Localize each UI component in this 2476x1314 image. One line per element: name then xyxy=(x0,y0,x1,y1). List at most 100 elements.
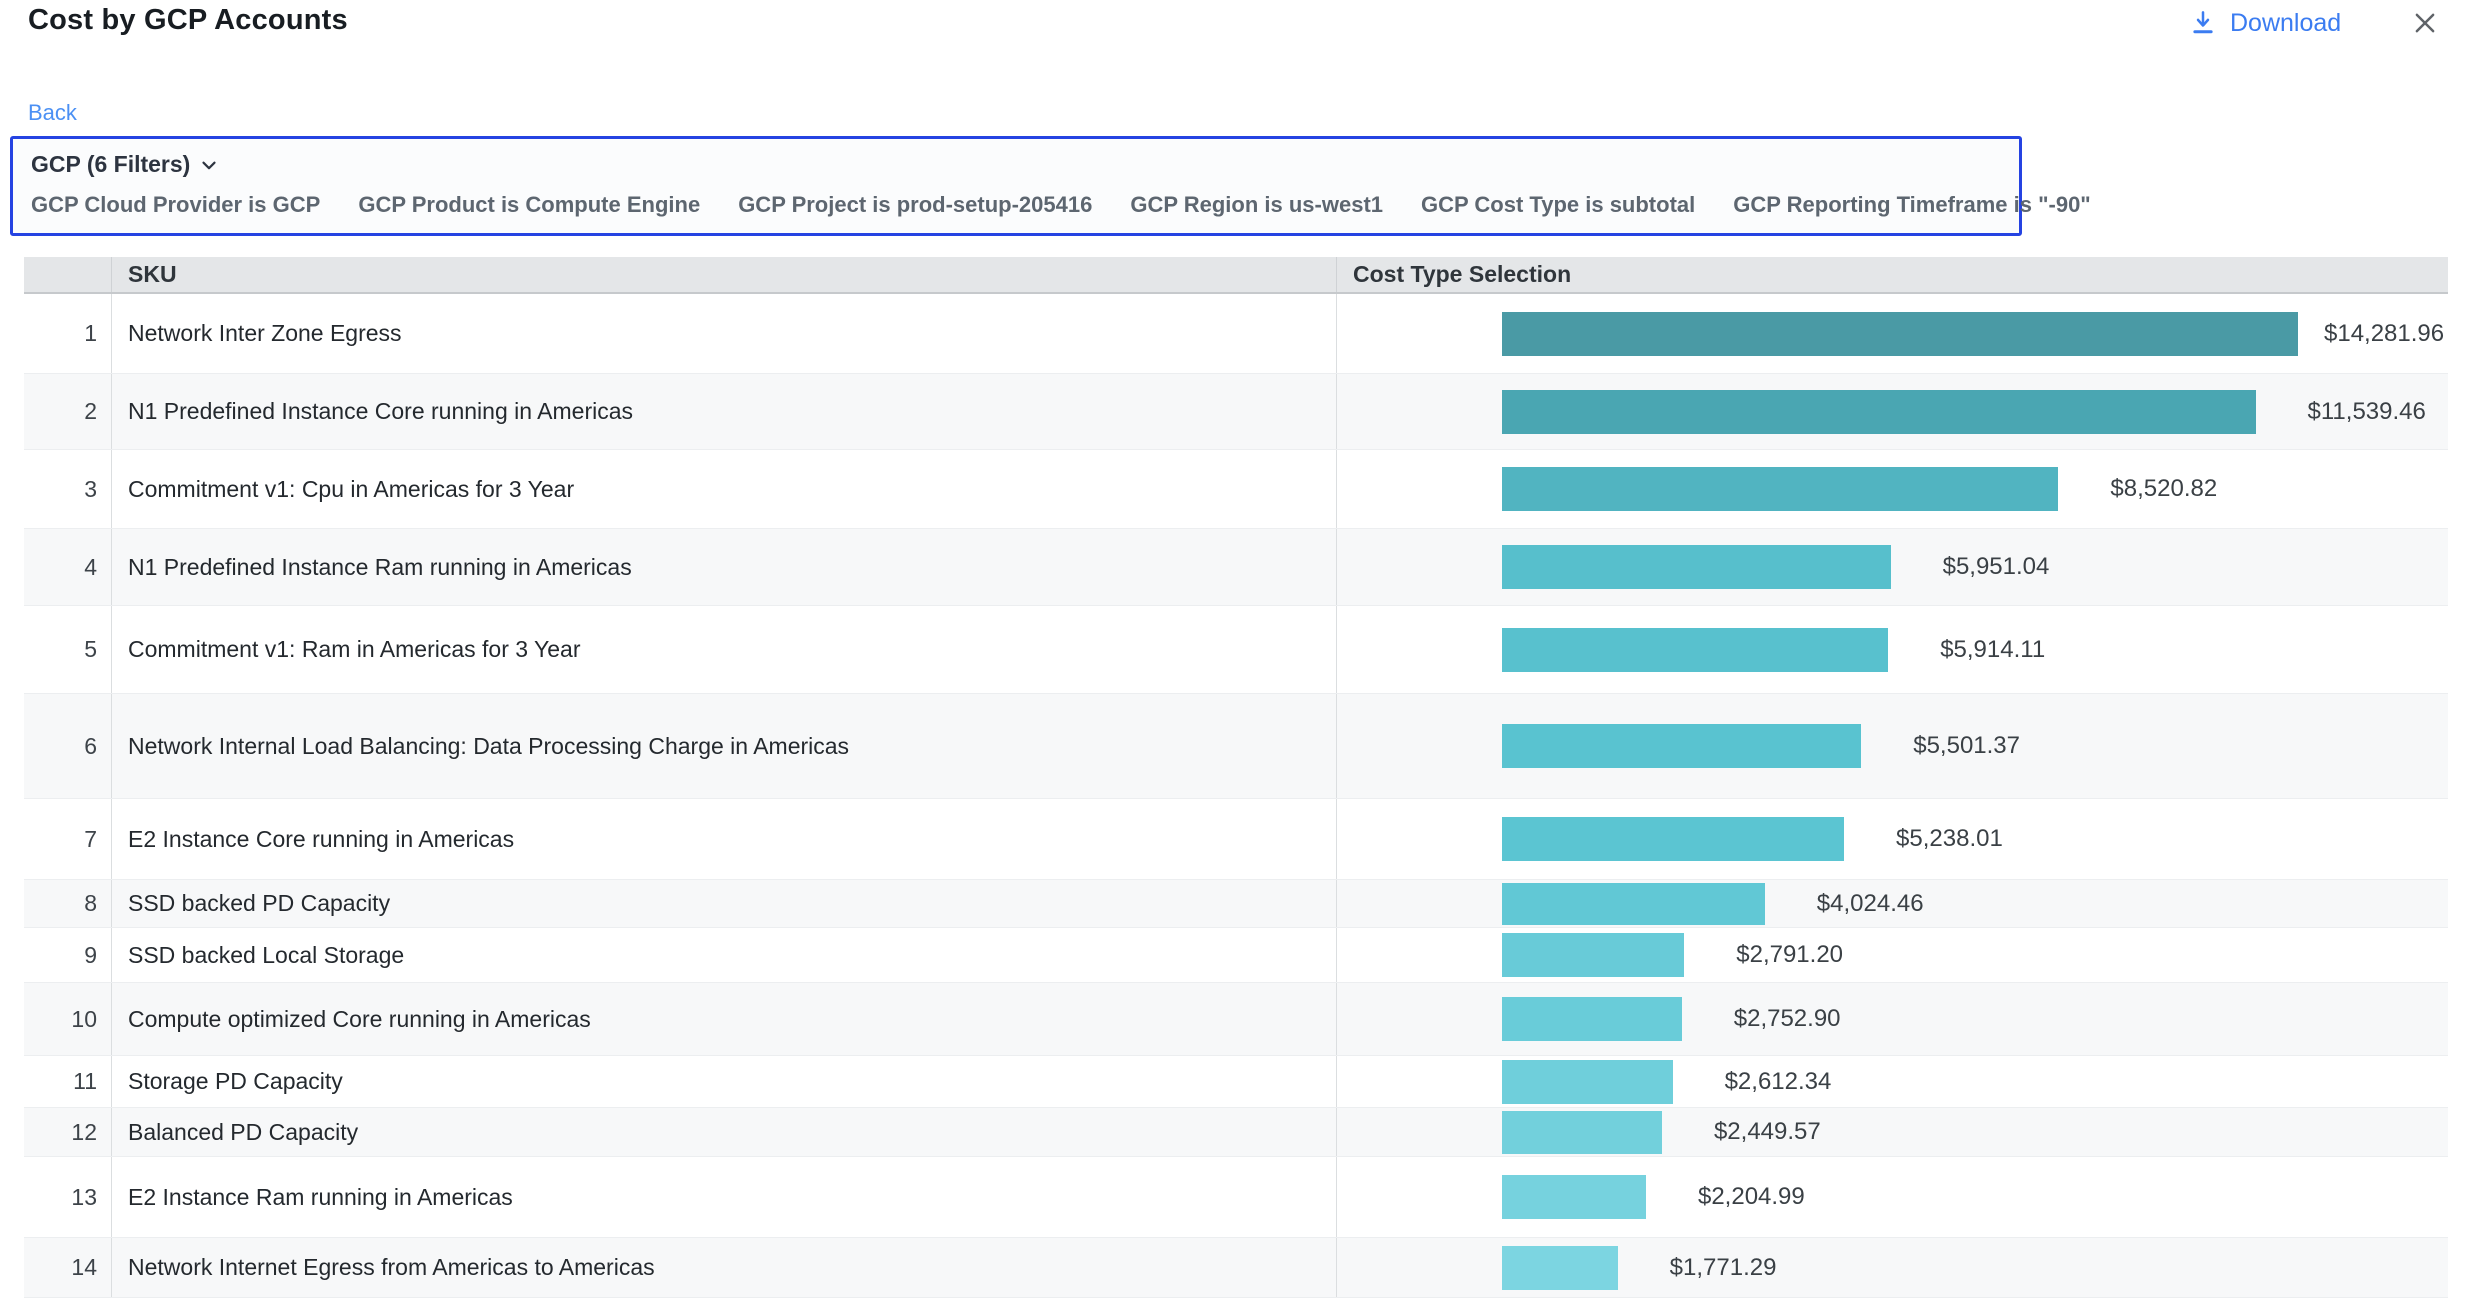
cost-bar[interactable] xyxy=(1502,545,1891,589)
sku-cell: SSD backed PD Capacity xyxy=(112,880,1337,927)
filter-condition: GCP Region is us-west1 xyxy=(1130,192,1383,218)
cost-bar[interactable] xyxy=(1502,817,1844,861)
sku-cell: Storage PD Capacity xyxy=(112,1056,1337,1107)
sku-cell: Network Internet Egress from Americas to… xyxy=(112,1238,1337,1297)
table-body: 1 Network Inter Zone Egress $14,281.96 2… xyxy=(24,294,2448,1298)
table-row: 12 Balanced PD Capacity $2,449.57 xyxy=(24,1108,2448,1157)
bar-value-label: $14,281.96 xyxy=(2324,320,2444,348)
bar-cell: $14,281.96 xyxy=(1337,294,2448,373)
sku-cell: N1 Predefined Instance Core running in A… xyxy=(112,374,1337,449)
bar-cell: $11,539.46 xyxy=(1337,374,2448,449)
table-row: 1 Network Inter Zone Egress $14,281.96 xyxy=(24,294,2448,374)
filter-group-label: GCP (6 Filters) xyxy=(31,151,190,178)
table-row: 3 Commitment v1: Cpu in Americas for 3 Y… xyxy=(24,450,2448,529)
cost-bar[interactable] xyxy=(1502,883,1765,925)
sku-cell: Compute optimized Core running in Americ… xyxy=(112,983,1337,1055)
bar-cell: $2,791.20 xyxy=(1337,928,2448,982)
bar-value-label: $2,791.20 xyxy=(1736,941,1843,969)
bar-value-label: $2,612.34 xyxy=(1725,1068,1832,1096)
bar-cell: $2,752.90 xyxy=(1337,983,2448,1055)
bar-cell: $5,914.11 xyxy=(1337,606,2448,693)
bar-cell: $5,238.01 xyxy=(1337,799,2448,879)
bar-cell: $5,501.37 xyxy=(1337,694,2448,798)
download-button[interactable]: Download xyxy=(2188,8,2341,38)
table-row: 10 Compute optimized Core running in Ame… xyxy=(24,983,2448,1056)
bar-value-label: $5,501.37 xyxy=(1913,732,2020,760)
bar-value-label: $1,771.29 xyxy=(1670,1254,1777,1282)
sku-cell: N1 Predefined Instance Ram running in Am… xyxy=(112,529,1337,605)
cost-bar[interactable] xyxy=(1502,1060,1673,1104)
download-icon xyxy=(2188,8,2218,38)
row-number-cell: 11 xyxy=(24,1056,112,1107)
filter-condition: GCP Project is prod-setup-205416 xyxy=(738,192,1092,218)
sku-cell: E2 Instance Core running in Americas xyxy=(112,799,1337,879)
page-title: Cost by GCP Accounts xyxy=(28,4,348,37)
cost-bar[interactable] xyxy=(1502,467,2058,511)
table-row: 13 E2 Instance Ram running in Americas $… xyxy=(24,1157,2448,1238)
cost-bar[interactable] xyxy=(1502,1246,1618,1290)
row-number-cell: 2 xyxy=(24,374,112,449)
row-number-cell: 9 xyxy=(24,928,112,982)
table-row: 7 E2 Instance Core running in Americas $… xyxy=(24,799,2448,880)
row-number-cell: 3 xyxy=(24,450,112,528)
bar-cell: $2,204.99 xyxy=(1337,1157,2448,1237)
bar-cell: $2,612.34 xyxy=(1337,1056,2448,1107)
row-number-cell: 6 xyxy=(24,694,112,798)
cost-bar[interactable] xyxy=(1502,1111,1662,1154)
sku-cell: Network Internal Load Balancing: Data Pr… xyxy=(112,694,1337,798)
table-row: 9 SSD backed Local Storage $2,791.20 xyxy=(24,928,2448,983)
row-number-cell: 12 xyxy=(24,1108,112,1156)
filter-condition: GCP Cost Type is subtotal xyxy=(1421,192,1695,218)
row-number-cell: 5 xyxy=(24,606,112,693)
bar-value-label: $5,238.01 xyxy=(1896,825,2003,853)
cost-table: SKU Cost Type Selection 1 Network Inter … xyxy=(24,257,2448,1298)
bar-cell: $1,771.29 xyxy=(1337,1238,2448,1297)
bar-value-label: $5,951.04 xyxy=(1943,553,2050,581)
row-number-cell: 1 xyxy=(24,294,112,373)
row-number-cell: 7 xyxy=(24,799,112,879)
bar-value-label: $5,914.11 xyxy=(1940,636,2045,664)
cost-bar[interactable] xyxy=(1502,312,2298,356)
column-header-sku: SKU xyxy=(112,257,1337,292)
bar-value-label: $8,520.82 xyxy=(2110,475,2217,503)
table-row: 14 Network Internet Egress from Americas… xyxy=(24,1238,2448,1298)
close-icon xyxy=(2410,8,2440,38)
back-link[interactable]: Back xyxy=(28,100,77,126)
sku-cell: Balanced PD Capacity xyxy=(112,1108,1337,1156)
cost-bar[interactable] xyxy=(1502,628,1888,672)
table-row: 4 N1 Predefined Instance Ram running in … xyxy=(24,529,2448,606)
chevron-down-icon xyxy=(198,154,220,176)
table-row: 2 N1 Predefined Instance Core running in… xyxy=(24,374,2448,450)
cost-bar[interactable] xyxy=(1502,1175,1646,1219)
close-button[interactable] xyxy=(2408,6,2442,40)
filter-bar: GCP (6 Filters) GCP Cloud Provider is GC… xyxy=(10,136,2022,236)
row-number-cell: 13 xyxy=(24,1157,112,1237)
cost-bar[interactable] xyxy=(1502,997,1682,1041)
column-header-index xyxy=(24,257,112,292)
bar-value-label: $2,204.99 xyxy=(1698,1183,1805,1211)
filter-group-toggle[interactable]: GCP (6 Filters) xyxy=(31,151,220,178)
filter-condition: GCP Reporting Timeframe is "-90" xyxy=(1733,192,2090,218)
row-number-cell: 4 xyxy=(24,529,112,605)
sku-cell: Commitment v1: Cpu in Americas for 3 Yea… xyxy=(112,450,1337,528)
bar-value-label: $11,539.46 xyxy=(2308,398,2426,426)
table-header: SKU Cost Type Selection xyxy=(24,257,2448,294)
filter-condition: GCP Product is Compute Engine xyxy=(358,192,700,218)
bar-value-label: $2,449.57 xyxy=(1714,1118,1821,1146)
sku-cell: SSD backed Local Storage xyxy=(112,928,1337,982)
table-row: 8 SSD backed PD Capacity $4,024.46 xyxy=(24,880,2448,928)
filter-condition: GCP Cloud Provider is GCP xyxy=(31,192,320,218)
bar-cell: $5,951.04 xyxy=(1337,529,2448,605)
cost-bar[interactable] xyxy=(1502,724,1861,768)
cost-bar[interactable] xyxy=(1502,933,1684,977)
cost-by-gcp-accounts-panel: Cost by GCP Accounts Download Back GCP (… xyxy=(0,0,2476,1314)
bar-cell: $8,520.82 xyxy=(1337,450,2448,528)
cost-bar[interactable] xyxy=(1502,390,2256,434)
bar-value-label: $4,024.46 xyxy=(1817,890,1924,918)
row-number-cell: 8 xyxy=(24,880,112,927)
bar-cell: $4,024.46 xyxy=(1337,880,2448,927)
bar-value-label: $2,752.90 xyxy=(1734,1005,1841,1033)
row-number-cell: 10 xyxy=(24,983,112,1055)
table-row: 6 Network Internal Load Balancing: Data … xyxy=(24,694,2448,799)
row-number-cell: 14 xyxy=(24,1238,112,1297)
